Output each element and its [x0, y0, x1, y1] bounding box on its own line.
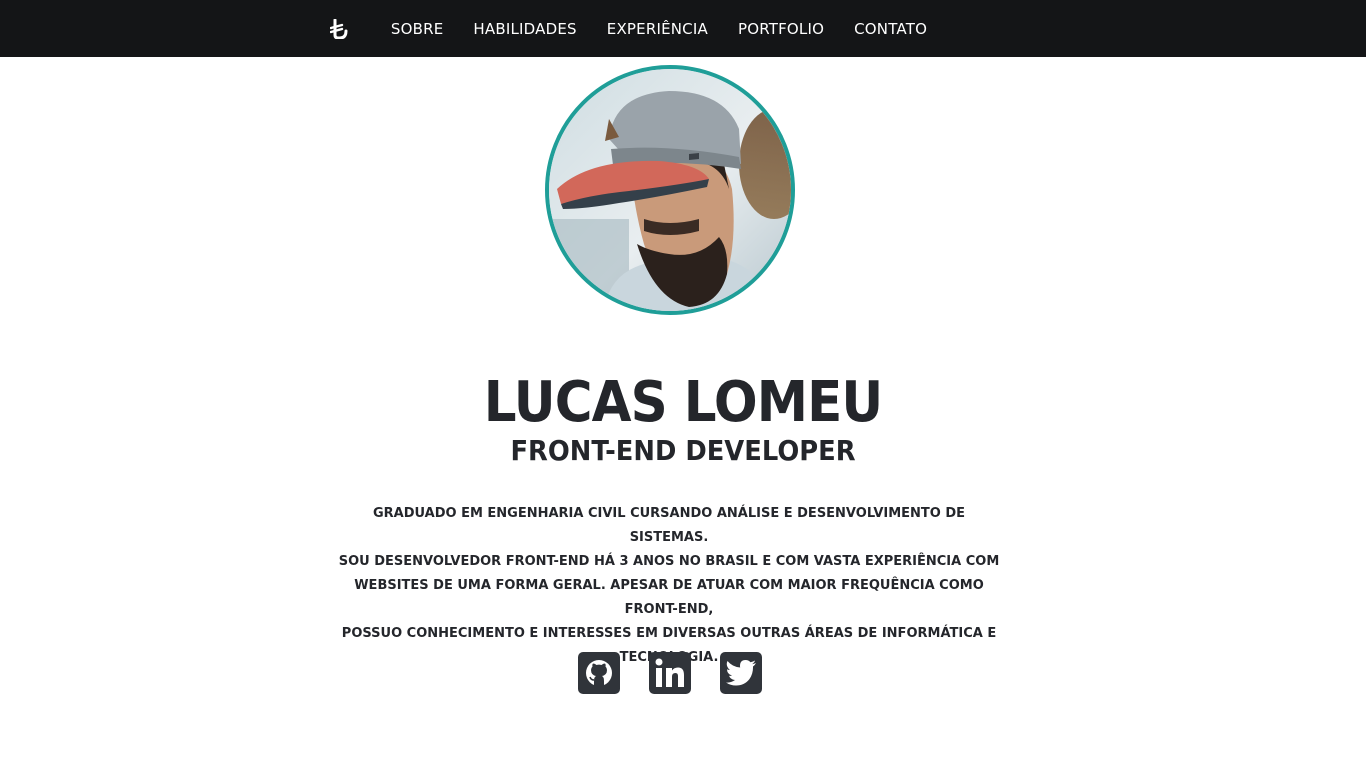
bio-line: GRADUADO EM ENGENHARIA CIVIL CURSANDO AN… — [372, 506, 966, 545]
bio-line: WEBSITES DE UMA FORMA GERAL. APESAR DE A… — [354, 578, 984, 617]
nav-item-contato[interactable]: CONTATO — [854, 20, 927, 38]
hero-role: FRONT-END DEVELOPER — [510, 434, 856, 467]
nav-inner: SOBRE HABILIDADES EXPERIÊNCIA PORTFOLIO … — [329, 18, 942, 39]
github-icon[interactable] — [578, 652, 620, 694]
linkedin-icon[interactable] — [649, 652, 691, 694]
social-links — [578, 652, 762, 694]
nav-item-portfolio[interactable]: PORTFOLIO — [738, 20, 824, 38]
hero-name: LUCAS LOMEU — [483, 370, 883, 435]
nav-item-habilidades[interactable]: HABILIDADES — [473, 20, 576, 38]
bio-line: POSSUO CONHECIMENTO E INTERESSES EM DIVE… — [341, 626, 997, 641]
twitter-icon[interactable] — [720, 652, 762, 694]
nav-item-sobre[interactable]: SOBRE — [391, 20, 444, 38]
top-navbar: SOBRE HABILIDADES EXPERIÊNCIA PORTFOLIO … — [0, 0, 1366, 57]
bio-line: SOU DESENVOLVEDOR FRONT-END HÁ 3 ANOS NO… — [338, 554, 1000, 569]
profile-photo — [545, 65, 795, 315]
nav-item-experiencia[interactable]: EXPERIÊNCIA — [607, 20, 708, 38]
lira-logo-icon[interactable] — [329, 18, 348, 39]
bio-paragraph: GRADUADO EM ENGENHARIA CIVIL CURSANDO AN… — [333, 502, 1005, 670]
